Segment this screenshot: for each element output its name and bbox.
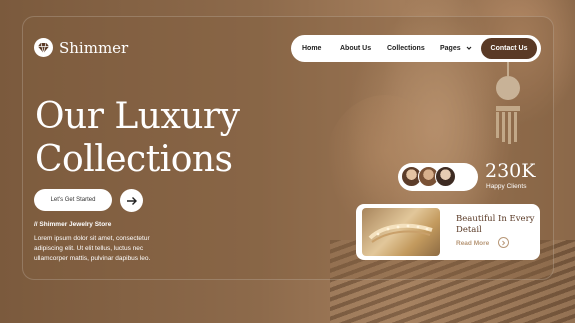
nav-home[interactable]: Home	[302, 35, 321, 62]
bracelet-image	[362, 208, 440, 256]
main-nav: Home About Us Collections Pages Contact …	[291, 35, 541, 62]
brand-name: Shimmer	[59, 38, 129, 57]
plus-icon	[462, 173, 470, 181]
card-title: Beautiful In Every Detail	[456, 214, 535, 235]
arrow-right-icon	[126, 196, 137, 205]
product-card[interactable]: Beautiful In Every Detail Read More	[356, 204, 540, 260]
add-client-button[interactable]	[455, 166, 477, 188]
read-more-link[interactable]: Read More	[456, 240, 489, 247]
hero-title: Our Luxury Collections	[35, 95, 240, 181]
brand[interactable]: Shimmer	[34, 38, 128, 57]
gem-heart-icon	[34, 38, 53, 57]
arrow-button[interactable]	[120, 189, 143, 212]
nav-collections[interactable]: Collections	[387, 35, 425, 62]
happy-clients-count: 230K	[485, 160, 536, 182]
hero-title-line-2: Collections	[35, 139, 233, 180]
nav-pages[interactable]: Pages	[440, 35, 472, 62]
nav-pages-label: Pages	[440, 45, 461, 52]
hero-title-line-1: Our Luxury	[35, 96, 240, 137]
chevron-down-icon	[466, 46, 472, 51]
chevron-right-icon[interactable]	[498, 237, 509, 248]
avatar	[435, 166, 456, 187]
hero-description: Lorem ipsum dolor sit amet, consectetur …	[34, 235, 151, 262]
store-label: // Shimmer Jewelry Store	[34, 221, 112, 228]
nav-about-us[interactable]: About Us	[340, 35, 371, 62]
contact-us-button[interactable]: Contact Us	[481, 38, 537, 59]
get-started-button[interactable]: Let's Get Started	[34, 189, 112, 211]
happy-clients-label: Happy Clients	[486, 183, 527, 190]
